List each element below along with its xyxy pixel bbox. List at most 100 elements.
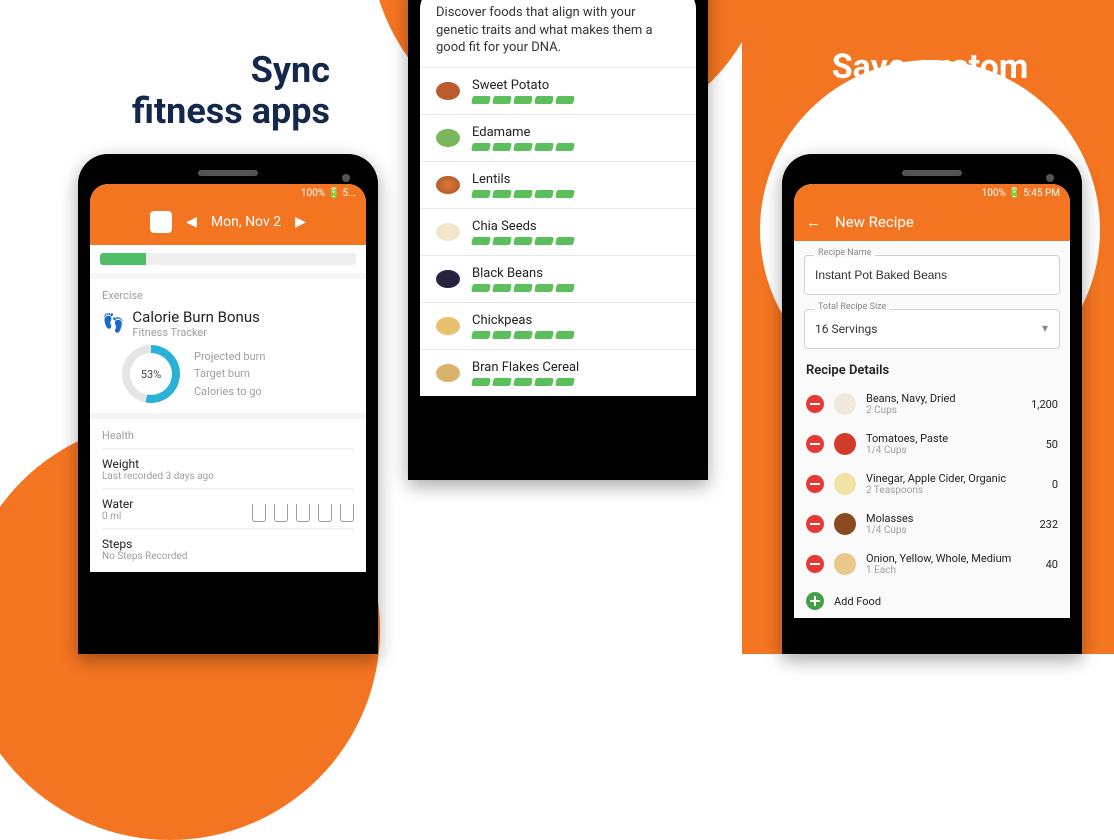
section-label: Health bbox=[102, 429, 354, 442]
scale-icon[interactable] bbox=[150, 211, 172, 233]
food-name: Black Beans bbox=[472, 266, 574, 281]
heading-recipe: Save custom recipes bbox=[770, 48, 1090, 126]
food-row[interactable]: Black Beans bbox=[420, 255, 696, 302]
ingredient-icon bbox=[834, 433, 856, 455]
add-food-row[interactable]: Add Food bbox=[794, 584, 1070, 618]
food-icon bbox=[436, 129, 460, 147]
status-bar: 100% 🔋 5:45 PM bbox=[794, 184, 1070, 203]
date-nav: ◀ Mon, Nov 2 ▶ bbox=[90, 203, 366, 245]
field-legend: Recipe Name bbox=[814, 248, 875, 258]
current-date[interactable]: Mon, Nov 2 bbox=[211, 214, 281, 230]
burn-subtitle: Fitness Tracker bbox=[132, 326, 259, 339]
dna-score bbox=[472, 190, 574, 198]
recipe-name-input[interactable] bbox=[804, 255, 1060, 295]
weight-label[interactable]: Weight bbox=[102, 457, 354, 471]
recipe-name-field[interactable]: Recipe Name bbox=[804, 255, 1060, 295]
food-icon bbox=[436, 364, 460, 382]
recipe-size-field[interactable]: Total Recipe Size 16 Servings bbox=[804, 309, 1060, 349]
ingredient-icon bbox=[834, 553, 856, 575]
ingredient-calories: 0 bbox=[1052, 478, 1058, 491]
ingredient-calories: 232 bbox=[1039, 518, 1058, 531]
dna-score bbox=[472, 143, 574, 151]
plus-icon[interactable] bbox=[806, 592, 824, 610]
remove-icon[interactable] bbox=[806, 435, 824, 453]
daily-progress bbox=[90, 245, 366, 273]
ingredient-name: Molasses bbox=[866, 512, 1029, 525]
ingredient-icon bbox=[834, 473, 856, 495]
field-legend: Total Recipe Size bbox=[814, 302, 890, 312]
heading-dna: Get DNA based food suggestions bbox=[400, 508, 720, 582]
steps-sub: No Steps Recorded bbox=[102, 551, 354, 562]
screen-dna: Discover foods that align with your gene… bbox=[420, 0, 696, 396]
phone-camera bbox=[342, 174, 350, 182]
water-value: 0 ml bbox=[102, 511, 133, 522]
food-row[interactable]: Bran Flakes Cereal bbox=[420, 349, 696, 396]
food-icon bbox=[436, 317, 460, 335]
food-row[interactable]: Chickpeas bbox=[420, 302, 696, 349]
recipe-details-label: Recipe Details bbox=[794, 349, 1070, 384]
water-label: Water bbox=[102, 497, 133, 511]
ingredient-row[interactable]: Beans, Navy, Dried 2 Cups 1,200 bbox=[794, 384, 1070, 424]
ingredient-list: Beans, Navy, Dried 2 Cups 1,200 Tomatoes… bbox=[794, 384, 1070, 584]
water-cups[interactable] bbox=[252, 500, 354, 522]
remove-icon[interactable] bbox=[806, 555, 824, 573]
dna-score bbox=[472, 284, 574, 292]
food-name: Bran Flakes Cereal bbox=[472, 360, 579, 375]
food-name: Chia Seeds bbox=[472, 219, 574, 234]
food-icon bbox=[436, 270, 460, 288]
weight-sub: Last recorded 3 days ago bbox=[102, 471, 354, 482]
phone-fitness: 100% 🔋 5... ◀ Mon, Nov 2 ▶ Exercise 👣 Ca… bbox=[78, 154, 378, 654]
steps-label: Steps bbox=[102, 537, 354, 551]
food-name: Edamame bbox=[472, 125, 574, 140]
remove-icon[interactable] bbox=[806, 475, 824, 493]
phone-camera bbox=[1046, 174, 1054, 182]
dna-food-list: Sweet Potato Edamame Lentils Chia Seeds … bbox=[420, 67, 696, 396]
phone-recipe: 100% 🔋 5:45 PM ← New Recipe Recipe Name … bbox=[782, 154, 1082, 654]
burn-donut bbox=[122, 345, 180, 403]
food-icon bbox=[436, 223, 460, 241]
food-row[interactable]: Edamame bbox=[420, 114, 696, 161]
ingredient-name: Vinegar, Apple Cider, Organic bbox=[866, 472, 1042, 485]
ingredient-amount: 1/4 Cups bbox=[866, 525, 1029, 536]
dna-score bbox=[472, 331, 574, 339]
ingredient-row[interactable]: Tomatoes, Paste 1/4 Cups 50 bbox=[794, 424, 1070, 464]
food-row[interactable]: Chia Seeds bbox=[420, 208, 696, 255]
recipe-size-select[interactable]: 16 Servings bbox=[804, 309, 1060, 349]
ingredient-icon bbox=[834, 513, 856, 535]
food-name: Lentils bbox=[472, 172, 574, 187]
food-row[interactable]: Sweet Potato bbox=[420, 67, 696, 114]
screen-fitness: 100% 🔋 5... ◀ Mon, Nov 2 ▶ Exercise 👣 Ca… bbox=[90, 184, 366, 572]
ingredient-row[interactable]: Vinegar, Apple Cider, Organic 2 Teaspoon… bbox=[794, 464, 1070, 504]
phone-speaker bbox=[198, 170, 258, 176]
health-card: Health Weight Last recorded 3 days ago W… bbox=[90, 419, 366, 572]
burn-title: Calorie Burn Bonus bbox=[132, 308, 259, 326]
ingredient-amount: 2 Cups bbox=[866, 405, 1021, 416]
dna-score bbox=[472, 237, 574, 245]
heading-sync: Sync fitness apps bbox=[0, 50, 330, 133]
prev-day-button[interactable]: ◀ bbox=[186, 214, 197, 230]
phone-dna: Discover foods that align with your gene… bbox=[408, 0, 708, 480]
next-day-button[interactable]: ▶ bbox=[295, 214, 306, 230]
ingredient-amount: 1 Each bbox=[866, 565, 1036, 576]
footsteps-icon: 👣 bbox=[102, 313, 124, 334]
status-bar: 100% 🔋 5... bbox=[90, 184, 366, 203]
food-name: Chickpeas bbox=[472, 313, 574, 328]
back-icon[interactable]: ← bbox=[806, 213, 821, 231]
ingredient-row[interactable]: Molasses 1/4 Cups 232 bbox=[794, 504, 1070, 544]
burn-metrics: Projected burn Target burn Calories to g… bbox=[194, 348, 265, 401]
food-name: Sweet Potato bbox=[472, 78, 574, 93]
ingredient-row[interactable]: Onion, Yellow, Whole, Medium 1 Each 40 bbox=[794, 544, 1070, 584]
food-icon bbox=[436, 176, 460, 194]
exercise-card: Exercise 👣 Calorie Burn Bonus Fitness Tr… bbox=[90, 279, 366, 413]
dna-score bbox=[472, 96, 574, 104]
phone-speaker bbox=[902, 170, 962, 176]
ingredient-amount: 1/4 Cups bbox=[866, 445, 1036, 456]
recipe-appbar: ← New Recipe bbox=[794, 203, 1070, 241]
remove-icon[interactable] bbox=[806, 515, 824, 533]
section-label: Exercise bbox=[102, 289, 354, 302]
screen-recipe: 100% 🔋 5:45 PM ← New Recipe Recipe Name … bbox=[794, 184, 1070, 618]
food-row[interactable]: Lentils bbox=[420, 161, 696, 208]
remove-icon[interactable] bbox=[806, 395, 824, 413]
ingredient-calories: 1,200 bbox=[1031, 398, 1058, 411]
dna-intro-text: Discover foods that align with your gene… bbox=[420, 0, 696, 67]
